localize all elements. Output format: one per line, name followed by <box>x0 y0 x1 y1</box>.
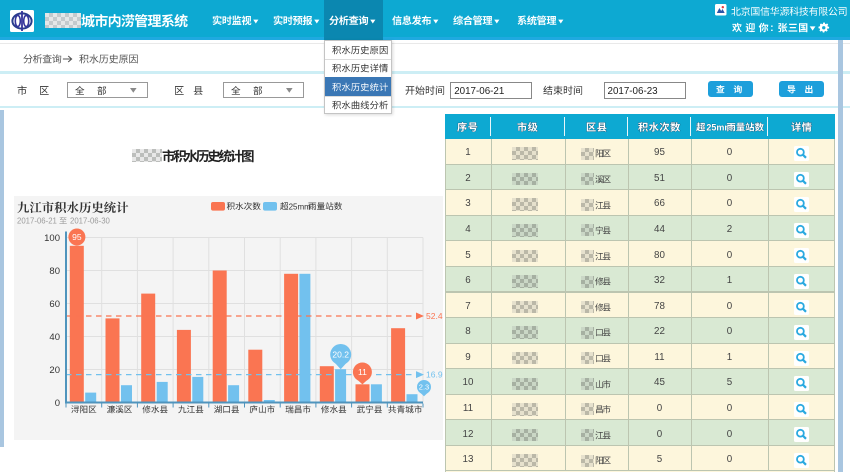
svg-text:20: 20 <box>49 365 60 376</box>
svg-text:52.4: 52.4 <box>426 311 443 321</box>
svg-text:2017-06-30: 2017-06-30 <box>70 217 111 226</box>
svg-text:25mm: 25mm <box>289 202 312 211</box>
svg-text:100: 100 <box>44 233 60 244</box>
svg-text:0: 0 <box>55 398 60 409</box>
svg-text:20.2: 20.2 <box>332 350 349 360</box>
svg-text:16.9: 16.9 <box>426 370 443 380</box>
svg-text:60: 60 <box>49 299 60 310</box>
svg-text:95: 95 <box>72 232 82 242</box>
svg-text:2.3: 2.3 <box>419 383 429 392</box>
svg-text:11: 11 <box>358 367 367 377</box>
svg-text:40: 40 <box>49 332 60 343</box>
svg-text:2017-06-21: 2017-06-21 <box>17 217 57 226</box>
svg-text::: : <box>770 23 773 34</box>
svg-text:80: 80 <box>49 266 60 277</box>
